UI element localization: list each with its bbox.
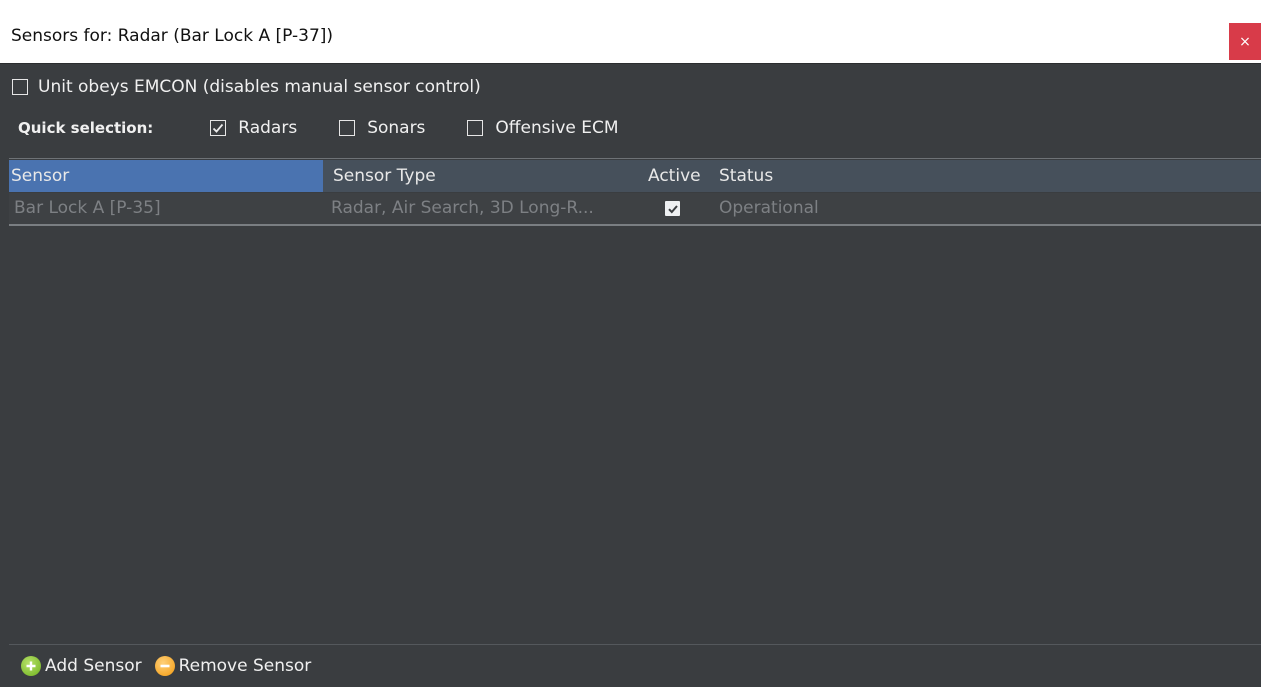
plus-circle-icon <box>21 656 41 676</box>
table-row[interactable]: Bar Lock A [P-35] Radar, Air Search, 3D … <box>9 193 1261 226</box>
sensors-dialog: Sensors for: Radar (Bar Lock A [P-37]) ×… <box>0 0 1261 687</box>
column-header-status[interactable]: Status <box>717 160 917 192</box>
close-button[interactable]: × <box>1229 23 1261 60</box>
quick-selection-row: Quick selection: Radars Sonars Offensive… <box>18 118 661 138</box>
footer-toolbar: Add Sensor Remove Sensor <box>9 644 1261 687</box>
checkmark-icon <box>667 204 678 213</box>
cell-sensor-type: Radar, Air Search, 3D Long-R... <box>331 198 594 218</box>
column-header-sensor[interactable]: Sensor <box>9 160 323 192</box>
sonars-checkbox[interactable] <box>339 120 356 136</box>
column-header-sensor-type[interactable]: Sensor Type <box>331 160 641 192</box>
emcon-label: Unit obeys EMCON (disables manual sensor… <box>38 77 481 97</box>
offensive-ecm-label: Offensive ECM <box>495 118 619 138</box>
emcon-checkbox[interactable] <box>12 79 28 95</box>
quick-selection-label: Quick selection: <box>18 119 154 137</box>
radars-label: Radars <box>238 118 298 138</box>
remove-sensor-button[interactable]: Remove Sensor <box>154 656 312 676</box>
quick-option-radars[interactable]: Radars <box>210 118 297 138</box>
add-sensor-label: Add Sensor <box>45 656 142 676</box>
offensive-ecm-checkbox[interactable] <box>467 120 484 136</box>
window-title: Sensors for: Radar (Bar Lock A [P-37]) <box>11 26 334 46</box>
column-header-active[interactable]: Active <box>646 160 714 192</box>
grid-header: Sensor Sensor Type Active Status <box>9 160 1261 192</box>
cell-status: Operational <box>719 198 819 218</box>
add-sensor-button[interactable]: Add Sensor <box>21 656 142 676</box>
sensor-grid: Sensor Sensor Type Active Status Bar Loc… <box>9 158 1261 644</box>
radars-checkbox[interactable] <box>210 120 227 136</box>
quick-option-sonars[interactable]: Sonars <box>339 118 425 138</box>
emcon-option[interactable]: Unit obeys EMCON (disables manual sensor… <box>12 77 481 97</box>
sonars-label: Sonars <box>367 118 426 138</box>
cell-sensor: Bar Lock A [P-35] <box>14 198 161 218</box>
active-checkbox[interactable] <box>665 201 680 216</box>
minus-circle-icon <box>154 656 175 676</box>
remove-sensor-label: Remove Sensor <box>178 656 312 676</box>
title-bar: Sensors for: Radar (Bar Lock A [P-37]) × <box>0 0 1261 64</box>
checkmark-icon <box>213 123 224 133</box>
quick-option-offensive-ecm[interactable]: Offensive ECM <box>467 118 619 138</box>
